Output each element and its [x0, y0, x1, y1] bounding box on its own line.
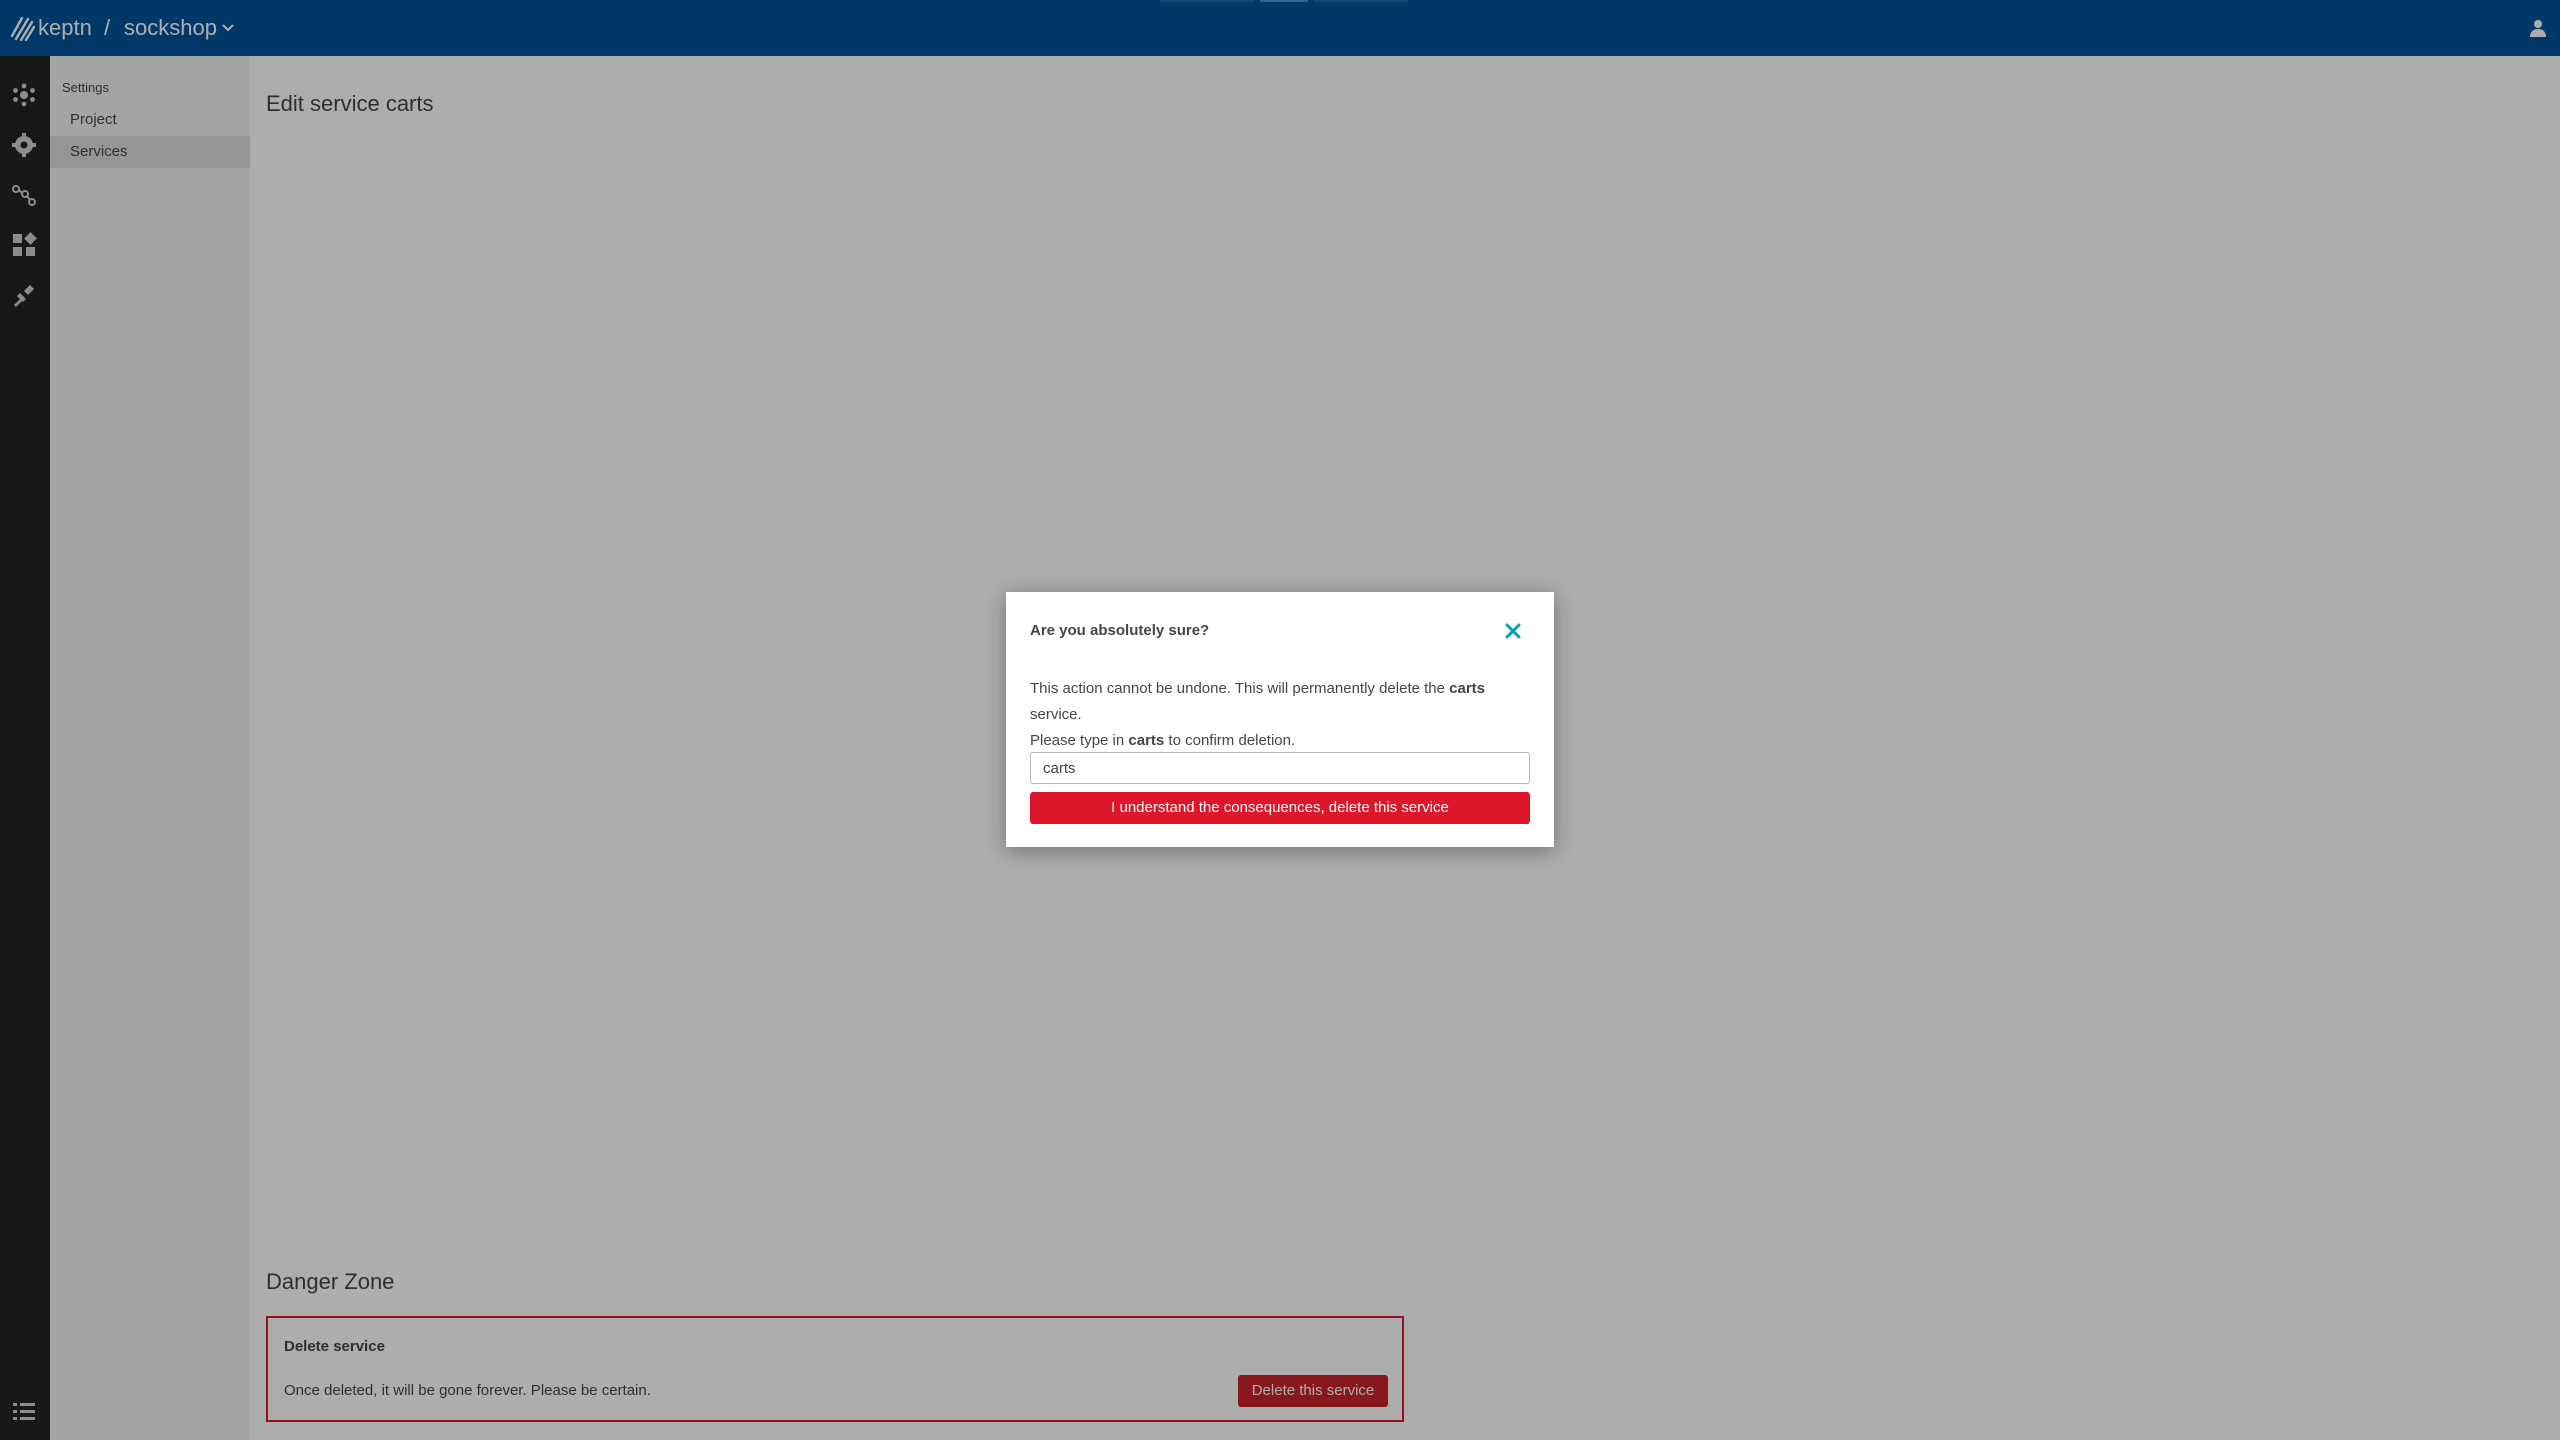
service-name: carts — [1128, 732, 1165, 749]
dialog-message-part: This action cannot be undone. This will … — [1030, 680, 1450, 697]
dialog-message-part: to confirm deletion. — [1164, 732, 1296, 749]
dialog-message-part: Please type in — [1030, 732, 1129, 749]
dialog-message: This action cannot be undone. This will … — [1030, 676, 1538, 754]
dialog-message-part: service. — [1030, 706, 1082, 723]
confirm-delete-button[interactable]: I understand the consequences, delete th… — [1030, 792, 1530, 824]
confirm-service-name-input[interactable] — [1030, 752, 1530, 784]
confirm-delete-dialog: Are you absolutely sure? This action can… — [1006, 592, 1554, 847]
close-icon[interactable] — [1502, 620, 1524, 642]
dialog-title: Are you absolutely sure? — [1030, 622, 1210, 639]
service-name: carts — [1449, 680, 1486, 697]
